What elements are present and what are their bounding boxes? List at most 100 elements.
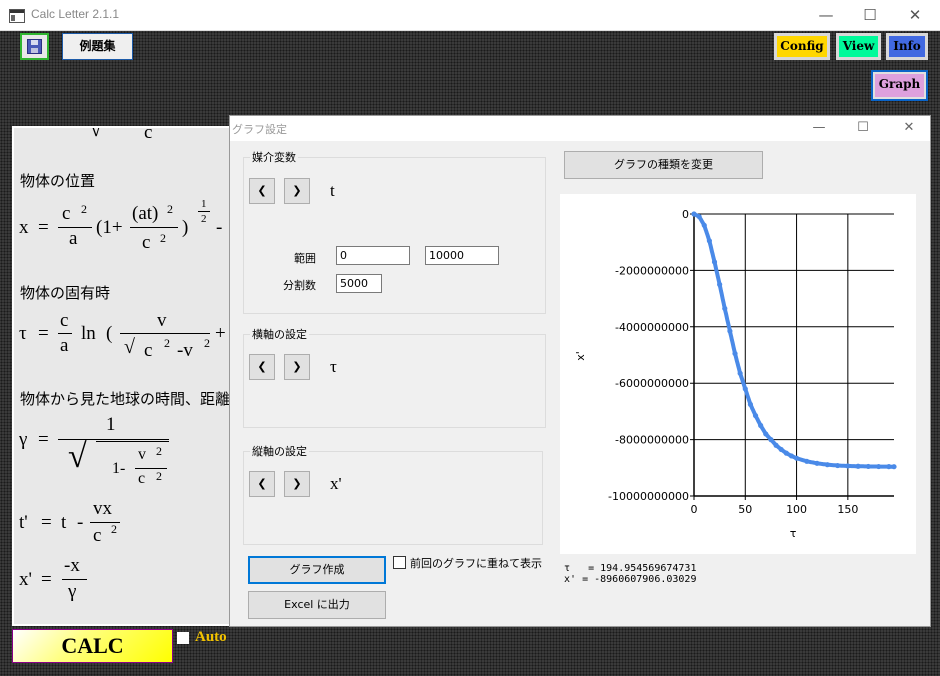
data-point	[752, 413, 759, 419]
gamma-v: v	[138, 446, 146, 463]
close-button[interactable]: ✕	[893, 4, 937, 26]
info-button[interactable]: Info	[886, 33, 928, 60]
dialog-close-button[interactable]: ✕	[889, 118, 929, 138]
position-lhs: x	[19, 217, 29, 238]
app-icon	[9, 9, 25, 23]
create-graph-button[interactable]: グラフ作成	[248, 556, 386, 584]
dialog-title-bar: グラフ設定 — ☐ ✕	[230, 116, 930, 141]
export-excel-button[interactable]: Excel に出力	[248, 591, 386, 619]
gamma-c-sup: 2	[156, 469, 162, 483]
series-line	[692, 212, 896, 469]
readout-tau-value: 194.954569674731	[600, 563, 697, 574]
y-tick-label: 0	[682, 208, 689, 221]
proper-time-ln: ln	[81, 323, 96, 344]
chart-svg: 0 -2000000000 -4000000000 -6000000000 -80000…	[574, 208, 897, 540]
sqrt-symbol: √	[124, 336, 135, 358]
calc-button[interactable]: CALC	[12, 629, 173, 663]
auto-checkbox[interactable]	[177, 632, 189, 644]
title-bar: Calc Letter 2.1.1 — ☐ ✕	[0, 0, 940, 31]
position-heading: 物体の位置	[20, 172, 96, 190]
x-prime-eq: =	[41, 569, 52, 590]
fraction-bar	[135, 468, 167, 469]
config-button[interactable]: Config	[774, 33, 830, 60]
overlay-checkbox[interactable]	[393, 556, 406, 569]
data-point	[804, 458, 810, 464]
readout-x-value: -8960607906.03029	[594, 574, 697, 585]
data-point	[696, 213, 702, 220]
data-point	[722, 305, 728, 312]
fraction-bar	[198, 211, 210, 212]
range-max-input[interactable]: 10000	[425, 246, 499, 265]
t-prime-eq: =	[41, 512, 52, 533]
proper-time-sup: 2	[164, 336, 170, 350]
proper-time-den1: a	[60, 335, 69, 356]
y-axis-variable: x'	[330, 474, 342, 493]
graph-button[interactable]: Graph	[871, 70, 928, 101]
parameter-group-label: 媒介変数	[250, 149, 298, 165]
save-button[interactable]	[20, 33, 49, 60]
x-axis-next-button[interactable]: ❯	[284, 354, 310, 380]
y-tick-label: -2000000000	[615, 264, 689, 277]
earth-heading: 物体から見た地球の時間、距離	[20, 390, 231, 408]
dialog-maximize-button[interactable]: ☐	[843, 118, 883, 138]
gamma-v-sup: 2	[156, 444, 162, 458]
change-graph-type-button[interactable]: グラフの種類を変更	[564, 151, 763, 179]
x-axis-label: τ	[790, 527, 797, 540]
position-eq: =	[38, 217, 49, 238]
x-axis-group-label: 横軸の設定	[250, 326, 309, 342]
y-axis-group: 縦軸の設定 ❮ ❯ x'	[243, 443, 543, 545]
readout-x-eq: =	[576, 574, 595, 585]
data-point	[701, 222, 707, 228]
floppy-disk-icon	[27, 39, 42, 54]
y-axis-prev-button[interactable]: ❮	[249, 471, 275, 497]
view-button[interactable]: View	[836, 33, 881, 60]
divisions-input[interactable]: 5000	[336, 274, 382, 293]
minimize-button[interactable]: —	[804, 4, 848, 26]
examples-button[interactable]: 例題集	[62, 33, 133, 60]
data-point	[706, 238, 712, 244]
position-paren-open: (1+	[96, 217, 123, 238]
position-den2: c	[142, 232, 151, 253]
x-tick-label: 150	[837, 503, 858, 516]
proper-time-plus: +	[215, 323, 226, 344]
gamma-eq: =	[38, 429, 49, 450]
dialog-minimize-button[interactable]: —	[799, 118, 839, 138]
range-min-input[interactable]: 0	[336, 246, 410, 265]
gamma-lhs: γ	[19, 429, 28, 450]
data-point	[855, 463, 861, 469]
data-point	[845, 463, 851, 469]
data-point	[727, 328, 733, 334]
y-axis-group-label: 縦軸の設定	[250, 443, 309, 459]
y-axis-label: x'	[574, 351, 587, 361]
x-tick-label: 0	[691, 503, 698, 516]
proper-time-sup2: 2	[204, 336, 210, 350]
data-point	[747, 401, 754, 407]
graph-settings-dialog: グラフ設定 — ☐ ✕ 媒介変数 ❮ ❯ t 範囲 0 10000 分割数 50…	[229, 115, 931, 627]
x-prime-lhs: x'	[19, 569, 32, 590]
proper-time-heading: 物体の固有時	[20, 284, 111, 302]
x-axis-variable: τ	[330, 357, 337, 376]
x-tick-label: 100	[786, 503, 807, 516]
param-prev-button[interactable]: ❮	[249, 178, 275, 204]
fraction-bar	[120, 333, 210, 334]
data-point	[793, 455, 800, 461]
data-point	[824, 462, 830, 468]
y-tick-label: -8000000000	[615, 434, 689, 447]
y-tick-label: -6000000000	[615, 377, 689, 390]
param-next-button[interactable]: ❯	[284, 178, 310, 204]
maximize-button[interactable]: ☐	[848, 4, 892, 26]
data-point	[834, 462, 841, 469]
position-den2-sup: 2	[160, 231, 166, 245]
proper-time-sqrt-c: c	[144, 340, 153, 361]
data-point	[778, 446, 784, 453]
parameter-group: 媒介変数 ❮ ❯ t 範囲 0 10000 分割数 5000	[243, 149, 546, 314]
param-variable: t	[330, 181, 335, 200]
data-point	[768, 437, 774, 443]
data-point	[763, 431, 769, 437]
position-sup: 2	[81, 202, 87, 216]
x-tick-label: 50	[738, 503, 752, 516]
x-axis-prev-button[interactable]: ❮	[249, 354, 275, 380]
y-axis-next-button[interactable]: ❯	[284, 471, 310, 497]
t-prime-sup: 2	[111, 522, 117, 536]
x-axis-group: 横軸の設定 ❮ ❯ τ	[243, 326, 546, 428]
